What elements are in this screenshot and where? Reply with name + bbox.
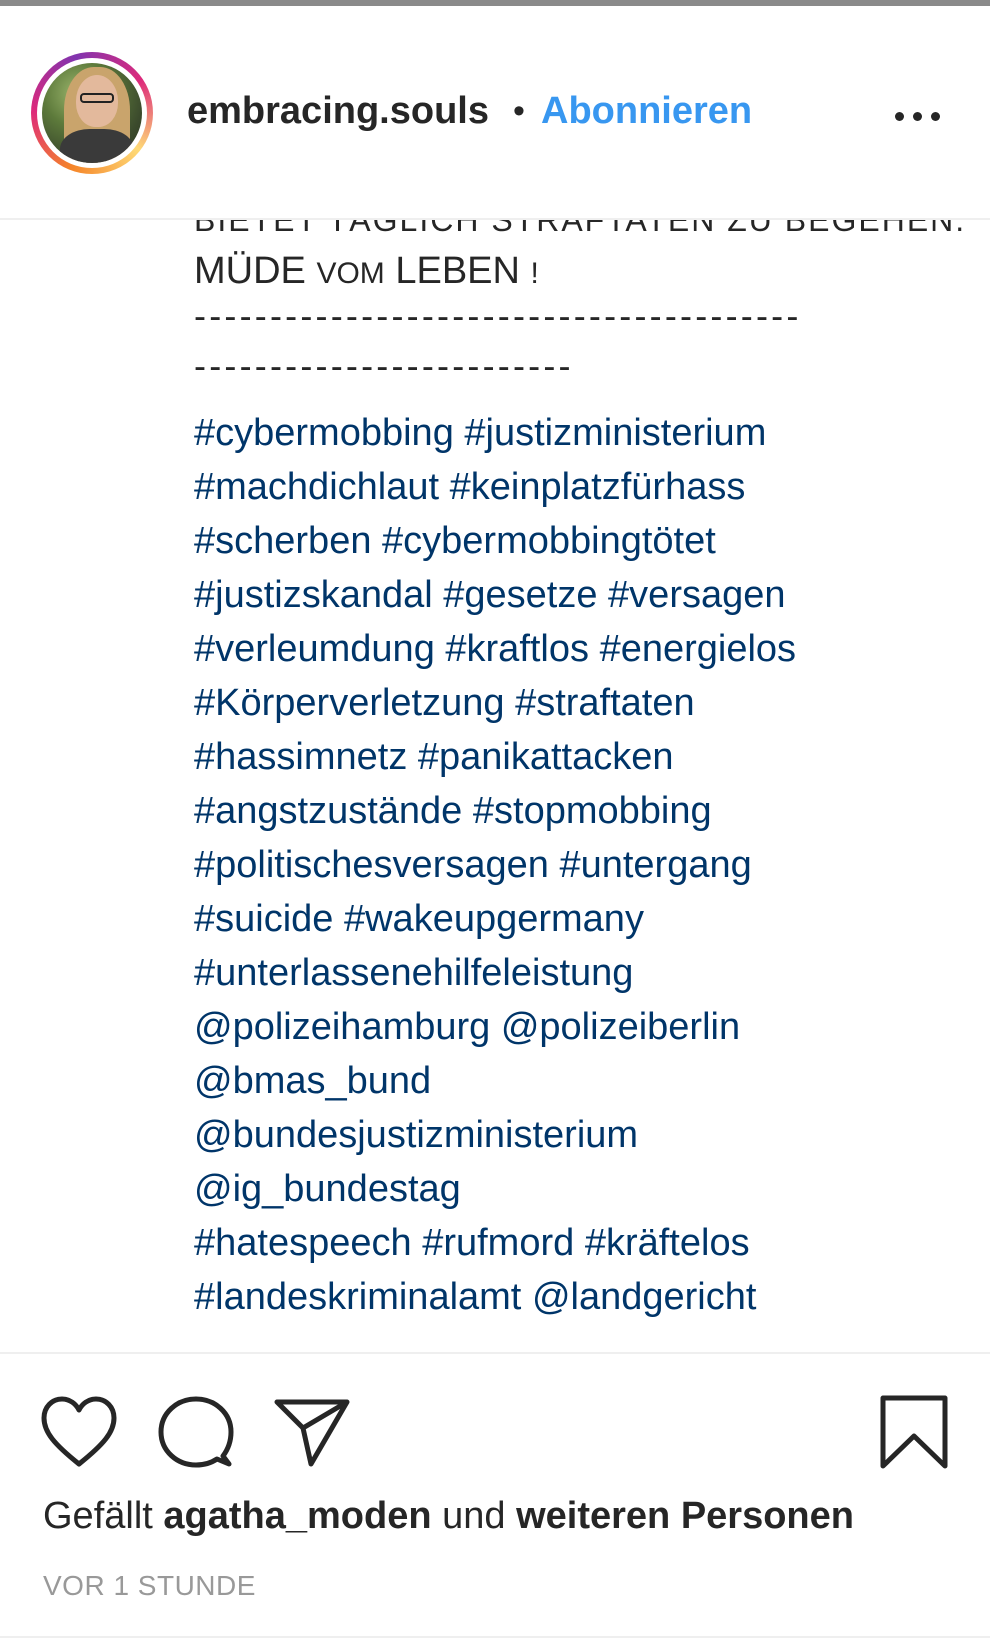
- caption-text: !: [530, 257, 539, 290]
- hashtag-line: #politischesversagen #untergang: [194, 838, 954, 892]
- hashtag-list: #cybermobbing #justizministerium #machdic…: [194, 406, 954, 1324]
- hashtag-link[interactable]: #justizskandal: [194, 574, 433, 616]
- likes-summary: Gefällt agatha_moden und weiteren Person…: [43, 1492, 854, 1540]
- hashtag-link[interactable]: #kräftelos: [585, 1222, 750, 1264]
- hashtag-link[interactable]: #hatespeech: [194, 1222, 412, 1264]
- likes-middle: und: [431, 1495, 517, 1537]
- dash-separator: ----------------------------------------: [194, 295, 802, 336]
- story-ring[interactable]: [31, 52, 153, 174]
- bottom-divider: [0, 1636, 990, 1638]
- caption-text: MÜDE: [194, 250, 317, 292]
- hashtag-link[interactable]: #cybermobbing: [194, 412, 454, 454]
- hashtag-line: #unterlassenehilfeleistung: [194, 946, 954, 1000]
- mention-link[interactable]: @bmas_bund: [194, 1060, 431, 1102]
- avatar-ring-gap: [37, 58, 147, 168]
- mention-link[interactable]: @landgericht: [532, 1276, 756, 1318]
- heart-icon: [41, 1396, 117, 1467]
- hashtag-link[interactable]: #unterlassenehilfeleistung: [194, 952, 633, 994]
- more-horizontal-icon: [931, 112, 940, 121]
- hashtag-link[interactable]: #scherben: [194, 520, 371, 562]
- hashtag-link[interactable]: #kraftlos: [445, 628, 589, 670]
- caption-cut-text: BIETET TÄGLICH STRAFTATEN ZU BEGEHEN.: [194, 220, 966, 234]
- hashtag-link[interactable]: #justizministerium: [464, 412, 766, 454]
- caption-cut-line: BIETET TÄGLICH STRAFTATEN ZU BEGEHEN.: [194, 220, 966, 234]
- hashtag-link[interactable]: #stopmobbing: [473, 790, 712, 832]
- hashtag-link[interactable]: #angstzustände: [194, 790, 462, 832]
- avatar-glasses: [80, 93, 114, 103]
- hashtag-link[interactable]: #untergang: [559, 844, 751, 886]
- hashtag-line: #landeskriminalamt @landgericht: [194, 1270, 954, 1324]
- hashtag-line: #justizskandal #gesetze #versagen: [194, 568, 954, 622]
- caption-text: LEBEN: [384, 250, 531, 292]
- hashtag-link[interactable]: #Körperverletzung: [194, 682, 505, 724]
- hashtag-link[interactable]: #cybermobbingtötet: [382, 520, 716, 562]
- mention-link[interactable]: @ig_bundestag: [194, 1168, 461, 1210]
- send-icon: [274, 1399, 350, 1467]
- mention-link[interactable]: @polizeiberlin: [501, 1006, 740, 1048]
- like-button[interactable]: [40, 1394, 118, 1472]
- mention-link[interactable]: @bundesjustizministerium: [194, 1114, 638, 1156]
- hashtag-line: @bundesjustizministerium: [194, 1108, 954, 1162]
- username[interactable]: embracing.souls: [187, 88, 489, 134]
- hashtag-line: @bmas_bund: [194, 1054, 954, 1108]
- hashtag-line: #hatespeech #rufmord #kräftelos: [194, 1216, 954, 1270]
- hashtag-link[interactable]: #politischesversagen: [194, 844, 549, 886]
- avatar-body: [60, 129, 134, 163]
- hashtag-line: #machdichlaut #keinplatzfürhass: [194, 460, 954, 514]
- hashtag-link[interactable]: #versagen: [608, 574, 785, 616]
- hashtag-link[interactable]: #gesetze: [443, 574, 597, 616]
- hashtag-link[interactable]: #keinplatzfürhass: [450, 466, 746, 508]
- hashtag-link[interactable]: #rufmord: [422, 1222, 574, 1264]
- caption-tired-line: MÜDE VOM LEBEN !: [194, 246, 539, 299]
- post-timestamp: VOR 1 STUNDE: [43, 1570, 256, 1601]
- comment-icon: [158, 1396, 234, 1468]
- hashtag-line: @polizeihamburg @polizeiberlin: [194, 1000, 954, 1054]
- separator-dot: •: [513, 92, 525, 130]
- hashtag-link[interactable]: #panikattacken: [418, 736, 674, 778]
- save-button[interactable]: [877, 1394, 955, 1472]
- hashtag-line: @ig_bundestag: [194, 1162, 954, 1216]
- hashtag-link[interactable]: #straftaten: [515, 682, 695, 724]
- hashtag-link[interactable]: #verleumdung: [194, 628, 435, 670]
- follow-button[interactable]: Abonnieren: [541, 88, 752, 134]
- hashtag-line: #angstzustände #stopmobbing: [194, 784, 954, 838]
- likes-prefix: Gefällt: [43, 1495, 164, 1537]
- hashtag-link[interactable]: #energielos: [600, 628, 796, 670]
- hashtag-line: #suicide #wakeupgermany: [194, 892, 954, 946]
- hashtag-link[interactable]: #machdichlaut: [194, 466, 439, 508]
- hashtag-link[interactable]: #suicide: [194, 898, 333, 940]
- hashtag-line: #hassimnetz #panikattacken: [194, 730, 954, 784]
- hashtag-line: #cybermobbing #justizministerium: [194, 406, 954, 460]
- avatar[interactable]: [42, 63, 142, 163]
- more-options-button[interactable]: [895, 103, 945, 133]
- more-horizontal-icon: [895, 112, 904, 121]
- hashtag-link[interactable]: #wakeupgermany: [344, 898, 644, 940]
- liked-by-user-link[interactable]: agatha_moden: [163, 1495, 431, 1537]
- mention-link[interactable]: @polizeihamburg: [194, 1006, 490, 1048]
- hashtag-link[interactable]: #landeskriminalamt: [194, 1276, 521, 1318]
- likes-others-link[interactable]: weiteren Personen: [516, 1495, 854, 1537]
- hashtag-line: #scherben #cybermobbingtötet: [194, 514, 954, 568]
- hashtag-line: #Körperverletzung #straftaten: [194, 676, 954, 730]
- bookmark-icon: [880, 1395, 948, 1469]
- action-bar: [0, 1354, 990, 1469]
- post-header: embracing.souls • Abonnieren: [0, 6, 990, 220]
- share-button[interactable]: [273, 1394, 351, 1472]
- more-horizontal-icon: [913, 112, 922, 121]
- hashtag-link[interactable]: #hassimnetz: [194, 736, 407, 778]
- dash-separator: -------------------------: [194, 345, 574, 386]
- caption-text: VOM: [316, 257, 385, 290]
- hashtag-line: #verleumdung #kraftlos #energielos: [194, 622, 954, 676]
- comment-button[interactable]: [157, 1394, 235, 1472]
- post-caption: BIETET TÄGLICH STRAFTATEN ZU BEGEHEN. MÜ…: [0, 220, 990, 1350]
